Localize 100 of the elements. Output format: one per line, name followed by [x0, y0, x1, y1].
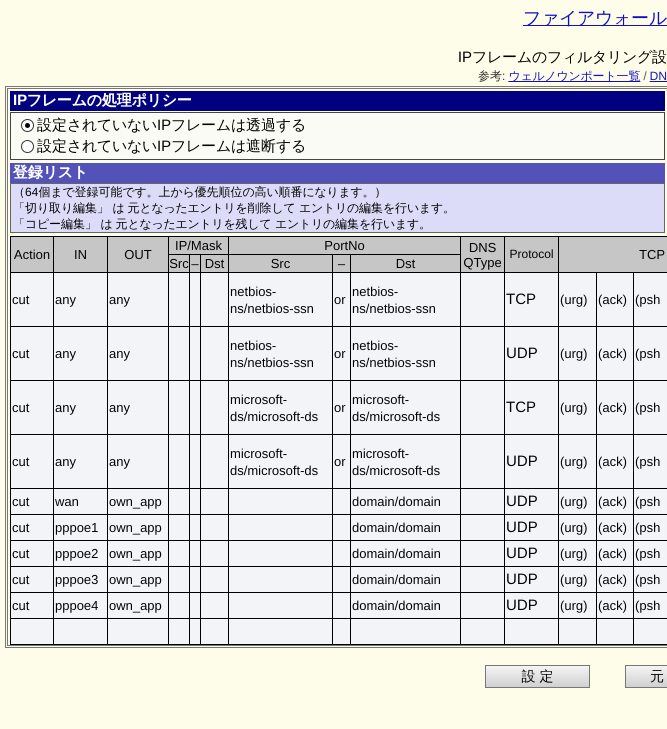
- page-subtitle: IPフレームのフィルタリング設: [458, 49, 667, 67]
- table-cell: netbios-ns/netbios-ssn: [350, 272, 461, 326]
- table-cell: microsoft-ds/microsoft-ds: [228, 434, 333, 488]
- reference-link[interactable]: DN: [650, 68, 667, 84]
- table-cell: any: [108, 326, 168, 380]
- table-cell: own_app: [108, 566, 168, 592]
- table-cell: cut: [10, 272, 54, 326]
- note-text: 「切り取り編集」 は 元となったエントリを削除して エントリの編集を行います。: [13, 200, 456, 216]
- table-cell: (ack): [596, 272, 634, 326]
- table-cell: netbios-ns/netbios-ssn: [228, 326, 333, 380]
- action-button[interactable]: 設 定: [485, 665, 590, 688]
- table-cell: cut: [10, 326, 54, 380]
- table-cell: own_app: [108, 488, 168, 514]
- column-header: TCP: [558, 236, 667, 272]
- table-cell: any: [54, 272, 108, 326]
- table-cell: (psh: [634, 540, 667, 566]
- radio-label: 設定されていないIPフレームは遮断する: [37, 137, 306, 157]
- table-cell: or: [332, 326, 351, 380]
- table-cell: (ack): [596, 540, 634, 566]
- table-cell: (ack): [596, 514, 634, 540]
- table-cell: own_app: [108, 514, 168, 540]
- table-cell: domain/domain: [350, 488, 461, 514]
- table-cell: or: [332, 380, 351, 434]
- table-cell: (ack): [596, 434, 634, 488]
- table-cell: wan: [54, 488, 108, 514]
- column-header: Dst: [350, 254, 461, 272]
- table-cell: own_app: [108, 540, 168, 566]
- table-cell: UDP: [504, 434, 559, 488]
- reference-label: 参考:: [478, 68, 506, 84]
- action-button[interactable]: 元: [625, 665, 667, 688]
- table-cell: TCP: [504, 380, 559, 434]
- column-header: Src: [228, 254, 333, 272]
- table-cell: (urg): [558, 540, 597, 566]
- table-cell: or: [332, 272, 351, 326]
- table-cell: (psh: [634, 566, 667, 592]
- table-cell: (urg): [558, 592, 597, 618]
- note-text: 「コピー編集」 は 元となったエントリを残して エントリの編集を行います。: [13, 216, 432, 232]
- table-cell: UDP: [504, 326, 559, 380]
- table-cell: any: [108, 380, 168, 434]
- table-cell: domain/domain: [350, 566, 461, 592]
- table-cell: microsoft-ds/microsoft-ds: [350, 434, 461, 488]
- column-header: Src: [168, 254, 190, 272]
- table-cell: pppoe2: [54, 540, 108, 566]
- table-cell: UDP: [504, 566, 559, 592]
- table-cell: (psh: [634, 488, 667, 514]
- table-cell: (urg): [558, 514, 597, 540]
- table-cell: or: [332, 434, 351, 488]
- table-cell: (ack): [596, 566, 634, 592]
- table-cell: any: [108, 272, 168, 326]
- note-text: （64個まで登録可能です。上から優先順位の高い順番になります。）: [13, 184, 388, 200]
- table-cell: UDP: [504, 488, 559, 514]
- table-cell: pppoe1: [54, 514, 108, 540]
- section-header: IPフレームの処理ポリシー: [10, 91, 665, 111]
- table-cell: own_app: [108, 592, 168, 618]
- table-cell: (urg): [558, 380, 597, 434]
- section-header: 登録リスト: [10, 163, 665, 183]
- column-header: OUT: [108, 236, 168, 272]
- table-cell: (psh: [634, 272, 667, 326]
- column-header: IP/Mask: [168, 236, 229, 254]
- table-cell: UDP: [504, 514, 559, 540]
- table-cell: cut: [10, 540, 54, 566]
- table-cell: domain/domain: [350, 592, 461, 618]
- table-cell: (psh: [634, 434, 667, 488]
- table-cell: UDP: [504, 540, 559, 566]
- table-cell: (ack): [596, 380, 634, 434]
- table-cell: (ack): [596, 592, 634, 618]
- table-cell: cut: [10, 488, 54, 514]
- table-cell: cut: [10, 380, 54, 434]
- table-cell: any: [54, 326, 108, 380]
- table-cell: (urg): [558, 488, 597, 514]
- table-cell: (urg): [558, 326, 597, 380]
- table-cell: pppoe4: [54, 592, 108, 618]
- column-header: IN: [54, 236, 108, 272]
- table-cell: (urg): [558, 272, 597, 326]
- reference-link[interactable]: ウェルノウンポート一覧: [508, 68, 640, 84]
- table-cell: (ack): [596, 326, 634, 380]
- table-cell: any: [54, 380, 108, 434]
- radio-label: 設定されていないIPフレームは透過する: [37, 116, 306, 136]
- separator-text: /: [643, 68, 647, 84]
- table-cell: (psh: [634, 514, 667, 540]
- column-header: Protocol: [504, 236, 559, 272]
- table-cell: pppoe3: [54, 566, 108, 592]
- table-cell: (urg): [558, 566, 597, 592]
- table-cell: (psh: [634, 326, 667, 380]
- table-cell: cut: [10, 566, 54, 592]
- table-cell: microsoft-ds/microsoft-ds: [228, 380, 333, 434]
- page-title-link[interactable]: ファイアウォール: [523, 6, 667, 30]
- column-header: PortNo: [228, 236, 461, 254]
- column-header: DNS QType: [460, 236, 505, 272]
- column-header: Dst: [200, 254, 229, 272]
- table-cell: TCP: [504, 272, 559, 326]
- radio-button[interactable]: [21, 140, 34, 153]
- table-cell: cut: [10, 592, 54, 618]
- table-cell: netbios-ns/netbios-ssn: [350, 326, 461, 380]
- table-cell: (urg): [558, 434, 597, 488]
- table-cell: (ack): [596, 488, 634, 514]
- table-cell: microsoft-ds/microsoft-ds: [350, 380, 461, 434]
- radio-button[interactable]: [21, 119, 34, 132]
- table-cell: any: [108, 434, 168, 488]
- table-cell: netbios-ns/netbios-ssn: [228, 272, 333, 326]
